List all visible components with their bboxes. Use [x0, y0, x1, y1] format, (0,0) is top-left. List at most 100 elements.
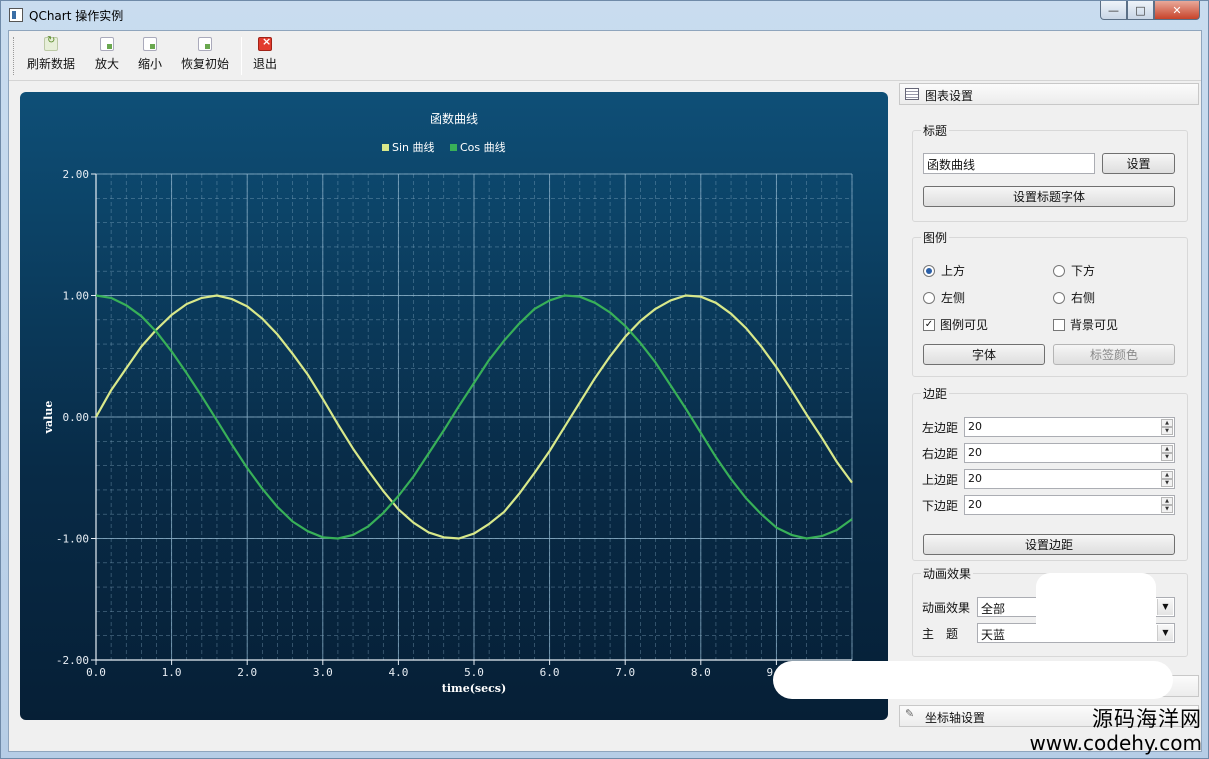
- y-tick-label: 0.00: [63, 411, 90, 424]
- watermark-line1: 源码海洋网: [1092, 707, 1202, 731]
- y-tick-label: -2.00: [56, 654, 89, 667]
- right-margin-label: 右边距: [922, 447, 959, 461]
- toolbar: 刷新数据 放大 缩小 恢复初始 退出: [9, 31, 1201, 81]
- x-tick-label: 3.0: [313, 666, 333, 679]
- x-tick-label: 0.0: [86, 666, 106, 679]
- bottom-margin-stepper[interactable]: ▲ ▼: [1161, 497, 1173, 513]
- chevron-down-icon[interactable]: ▼: [1161, 479, 1173, 487]
- redaction-blob: [773, 661, 1173, 699]
- zoom-out-button[interactable]: 缩小: [138, 37, 162, 77]
- refresh-icon: [44, 35, 58, 51]
- left-margin-spinbox[interactable]: 20 ▲ ▼: [964, 417, 1175, 437]
- watermark-line2: www.codehy.com: [1029, 731, 1202, 755]
- set-margin-button[interactable]: 设置边距: [923, 534, 1175, 555]
- legend-visible-checkbox[interactable]: ✓ 图例可见: [923, 316, 988, 333]
- legend-label: Cos 曲线: [460, 140, 506, 154]
- reset-icon: [198, 37, 212, 51]
- window-title: QChart 操作实例: [29, 9, 124, 23]
- toolbar-separator: [241, 37, 242, 75]
- chart-title-input[interactable]: 函数曲线: [923, 153, 1095, 174]
- maximize-button[interactable]: □: [1127, 1, 1154, 20]
- theme-value: 天蓝: [981, 628, 1006, 642]
- zoom-in-icon: [100, 37, 114, 51]
- legend-right-radio[interactable]: 右侧: [1053, 289, 1095, 306]
- y-tick-label: 2.00: [63, 168, 90, 181]
- legend-bottom-radio-dot: [1053, 264, 1065, 277]
- bottom-margin-spinbox[interactable]: 20 ▲ ▼: [964, 495, 1175, 515]
- label-color-button[interactable]: 标签颜色: [1053, 344, 1175, 365]
- left-margin-label: 左边距: [922, 421, 959, 435]
- legend-font-button[interactable]: 字体: [923, 344, 1045, 365]
- top-margin-stepper[interactable]: ▲ ▼: [1161, 471, 1173, 487]
- background-visible-box: [1053, 318, 1065, 331]
- exit-label: 退出: [253, 57, 278, 71]
- chart-svg: 0.01.02.03.04.05.06.07.08.09.02.001.000.…: [42, 111, 853, 695]
- chevron-down-icon[interactable]: ▼: [1161, 505, 1173, 513]
- minimize-button[interactable]: —: [1100, 1, 1127, 20]
- settings-sidebar: 图表设置 标题 函数曲线 设置 设置标题字体 图例 上方 下方 左侧 右侧 ✓ …: [899, 83, 1199, 751]
- title-bar[interactable]: QChart 操作实例 — □ ✕: [1, 1, 1208, 29]
- legend-bottom-label: 下方: [1071, 264, 1096, 278]
- set-title-font-button[interactable]: 设置标题字体: [923, 186, 1175, 207]
- chevron-up-icon[interactable]: ▲: [1161, 419, 1173, 427]
- exit-icon: [258, 35, 272, 51]
- legend-bottom-radio[interactable]: 下方: [1053, 262, 1095, 279]
- watermark: 源码海洋网 www.codehy.com: [1029, 707, 1202, 754]
- right-margin-spinbox[interactable]: 20 ▲ ▼: [964, 443, 1175, 463]
- title-group: 标题 函数曲线 设置 设置标题字体: [912, 122, 1188, 222]
- x-tick-label: 6.0: [540, 666, 560, 679]
- chevron-up-icon[interactable]: ▲: [1161, 497, 1173, 505]
- margin-group-label: 边距: [921, 385, 950, 402]
- chevron-up-icon[interactable]: ▲: [1161, 445, 1173, 453]
- legend-group: 图例 上方 下方 左侧 右侧 ✓ 图例可见 背景可见 字体 标签颜色: [912, 229, 1188, 377]
- exit-button[interactable]: 退出: [253, 35, 278, 77]
- animation-effect-label: 动画效果: [922, 601, 971, 615]
- chart-view[interactable]: 0.01.02.03.04.05.06.07.08.09.02.001.000.…: [20, 92, 888, 720]
- chevron-down-icon[interactable]: ▼: [1161, 427, 1173, 435]
- refresh-data-label: 刷新数据: [27, 57, 76, 71]
- refresh-data-button[interactable]: 刷新数据: [27, 35, 76, 77]
- top-margin-spinbox[interactable]: 20 ▲ ▼: [964, 469, 1175, 489]
- background-visible-label: 背景可见: [1070, 318, 1119, 332]
- legend-top-radio[interactable]: 上方: [923, 262, 965, 279]
- left-margin-stepper[interactable]: ▲ ▼: [1161, 419, 1173, 435]
- close-button[interactable]: ✕: [1154, 1, 1200, 20]
- chevron-down-icon[interactable]: ▼: [1157, 625, 1173, 641]
- margin-group: 边距 左边距 20 ▲▼ 右边距 20 ▲▼ 上边距 20 ▲▼ 下边距: [912, 385, 1188, 561]
- app-icon: [9, 8, 23, 22]
- x-tick-label: 4.0: [388, 666, 408, 679]
- zoom-in-button[interactable]: 放大: [95, 37, 119, 77]
- background-visible-checkbox[interactable]: 背景可见: [1053, 316, 1118, 333]
- legend-left-radio[interactable]: 左侧: [923, 289, 965, 306]
- chevron-down-icon[interactable]: ▼: [1161, 453, 1173, 461]
- window-controls: — □ ✕: [1100, 1, 1200, 20]
- legend-visible-label: 图例可见: [940, 318, 989, 332]
- main-window: QChart 操作实例 — □ ✕ 刷新数据 放大 缩小 恢复初始: [0, 0, 1209, 759]
- legend-label: Sin 曲线: [392, 140, 435, 154]
- right-margin-stepper[interactable]: ▲ ▼: [1161, 445, 1173, 461]
- set-title-button[interactable]: 设置: [1102, 153, 1175, 174]
- reset-view-button[interactable]: 恢复初始: [181, 37, 229, 77]
- legend-marker: [382, 144, 389, 151]
- redaction-blob: [1036, 573, 1156, 638]
- zoom-out-label: 缩小: [138, 57, 163, 71]
- top-margin-label: 上边距: [922, 473, 959, 487]
- chevron-up-icon[interactable]: ▲: [1161, 471, 1173, 479]
- client-area: 刷新数据 放大 缩小 恢复初始 退出 0.0 1.0 2.0 3.0 4.0 5.0 6.0…: [8, 30, 1202, 752]
- x-tick-label: 5.0: [464, 666, 484, 679]
- table-icon: [905, 88, 919, 100]
- left-margin-value: 20: [968, 420, 982, 433]
- legend-right-radio-dot: [1053, 291, 1065, 304]
- top-margin-value: 20: [968, 472, 982, 485]
- chart-settings-header[interactable]: 图表设置: [899, 83, 1199, 105]
- axis-settings-title: 坐标轴设置: [925, 711, 986, 725]
- chevron-down-icon[interactable]: ▼: [1157, 599, 1173, 615]
- legend-top-label: 上方: [941, 264, 966, 278]
- toolbar-grip[interactable]: [13, 37, 15, 75]
- x-tick-label: 8.0: [691, 666, 711, 679]
- x-tick-label: 2.0: [237, 666, 257, 679]
- x-tick-label: 1.0: [162, 666, 182, 679]
- legend-visible-check-mark: ✓: [923, 318, 935, 331]
- reset-view-label: 恢复初始: [181, 57, 230, 71]
- chart-title: 函数曲线: [430, 111, 478, 126]
